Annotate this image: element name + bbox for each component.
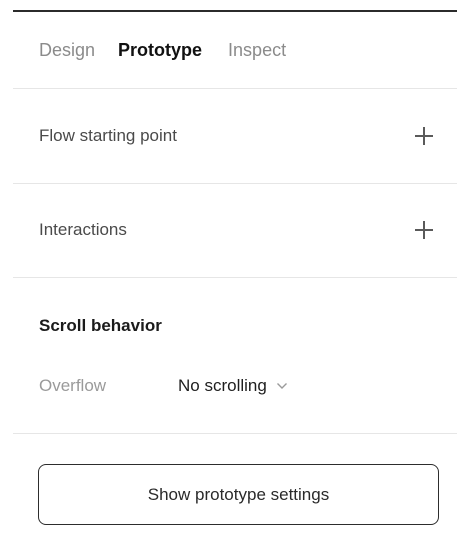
overflow-label: Overflow	[39, 376, 107, 395]
chevron-down-icon	[276, 383, 287, 389]
add-interaction-plus-icon[interactable]	[415, 221, 433, 239]
tab-prototype[interactable]: Prototype	[118, 40, 202, 61]
divider	[13, 183, 457, 184]
interactions-label: Interactions	[39, 220, 127, 239]
flow-starting-point-row: Flow starting point	[39, 121, 433, 151]
scroll-behavior-title: Scroll behavior	[39, 316, 162, 335]
flow-starting-point-label: Flow starting point	[39, 126, 177, 145]
divider	[13, 88, 457, 89]
overflow-value: No scrolling	[178, 376, 267, 395]
add-flow-starting-point-plus-icon[interactable]	[415, 127, 433, 145]
top-border	[13, 10, 457, 12]
divider	[13, 277, 457, 278]
prototype-panel: Design Prototype Inspect Flow starting p…	[0, 0, 457, 554]
show-prototype-settings-button[interactable]: Show prototype settings	[38, 464, 439, 525]
overflow-dropdown[interactable]: No scrolling	[178, 376, 288, 396]
interactions-row: Interactions	[39, 215, 433, 245]
overflow-row: Overflow No scrolling	[39, 374, 288, 398]
divider	[13, 433, 457, 434]
panel-tabs: Design Prototype Inspect	[39, 38, 286, 62]
tab-design[interactable]: Design	[39, 40, 95, 61]
tab-inspect[interactable]: Inspect	[228, 40, 286, 61]
